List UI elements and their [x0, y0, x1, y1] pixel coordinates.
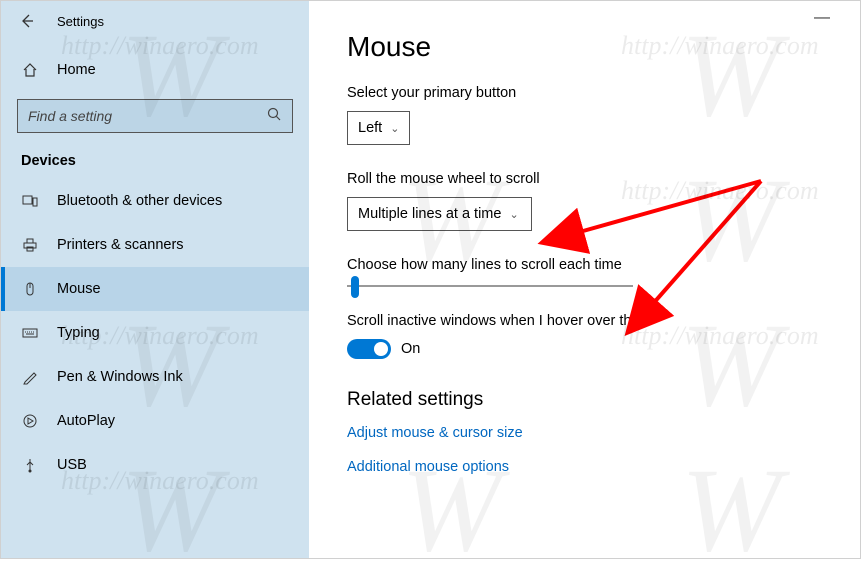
link-additional-mouse-options[interactable]: Additional mouse options [347, 459, 860, 475]
sidebar-item-label: USB [57, 457, 87, 473]
search-icon [266, 106, 282, 127]
related-settings-heading: Related settings [347, 389, 860, 411]
search-box[interactable] [17, 99, 293, 133]
back-button[interactable] [15, 9, 39, 33]
window-title: Settings [57, 14, 104, 29]
printer-icon [21, 237, 39, 253]
minimize-button[interactable]: — [814, 9, 830, 27]
sidebar-item-pen[interactable]: Pen & Windows Ink [1, 355, 309, 399]
sidebar-item-label: Mouse [57, 281, 101, 297]
sidebar-category-label: Devices [1, 145, 309, 179]
page-title: Mouse [347, 31, 860, 63]
sidebar-home[interactable]: Home [1, 49, 309, 91]
sidebar-item-label: AutoPlay [57, 413, 115, 429]
sidebar-item-label: Pen & Windows Ink [57, 369, 183, 385]
sidebar-item-printers[interactable]: Printers & scanners [1, 223, 309, 267]
primary-button-dropdown[interactable]: Left ⌄ [347, 111, 410, 145]
devices-icon [21, 193, 39, 209]
pen-icon [21, 369, 39, 385]
toggle-state-label: On [401, 341, 420, 357]
home-label: Home [57, 62, 96, 78]
link-adjust-cursor-size[interactable]: Adjust mouse & cursor size [347, 425, 860, 441]
home-icon [21, 62, 39, 78]
autoplay-icon [21, 413, 39, 429]
scroll-lines-slider[interactable] [347, 285, 633, 287]
sidebar-item-typing[interactable]: Typing [1, 311, 309, 355]
scroll-inactive-label: Scroll inactive windows when I hover ove… [347, 313, 860, 329]
search-input[interactable] [28, 108, 266, 124]
sidebar-item-autoplay[interactable]: AutoPlay [1, 399, 309, 443]
keyboard-icon [21, 325, 39, 341]
scroll-mode-dropdown[interactable]: Multiple lines at a time ⌄ [347, 197, 532, 231]
sidebar-item-usb[interactable]: USB [1, 443, 309, 487]
scroll-inactive-toggle[interactable] [347, 339, 391, 359]
sidebar-item-mouse[interactable]: Mouse [1, 267, 309, 311]
chevron-down-icon: ⌄ [390, 122, 399, 135]
usb-icon [21, 457, 39, 473]
scroll-mode-label: Roll the mouse wheel to scroll [347, 171, 860, 187]
sidebar-item-label: Bluetooth & other devices [57, 193, 222, 209]
primary-button-value: Left [358, 120, 382, 136]
slider-thumb[interactable] [351, 276, 359, 298]
chevron-down-icon: ⌄ [509, 208, 518, 221]
scroll-lines-label: Choose how many lines to scroll each tim… [347, 257, 860, 273]
sidebar-item-label: Printers & scanners [57, 237, 184, 253]
scroll-mode-value: Multiple lines at a time [358, 206, 501, 222]
primary-button-label: Select your primary button [347, 85, 860, 101]
mouse-icon [21, 281, 39, 297]
sidebar-item-bluetooth[interactable]: Bluetooth & other devices [1, 179, 309, 223]
sidebar-item-label: Typing [57, 325, 100, 341]
